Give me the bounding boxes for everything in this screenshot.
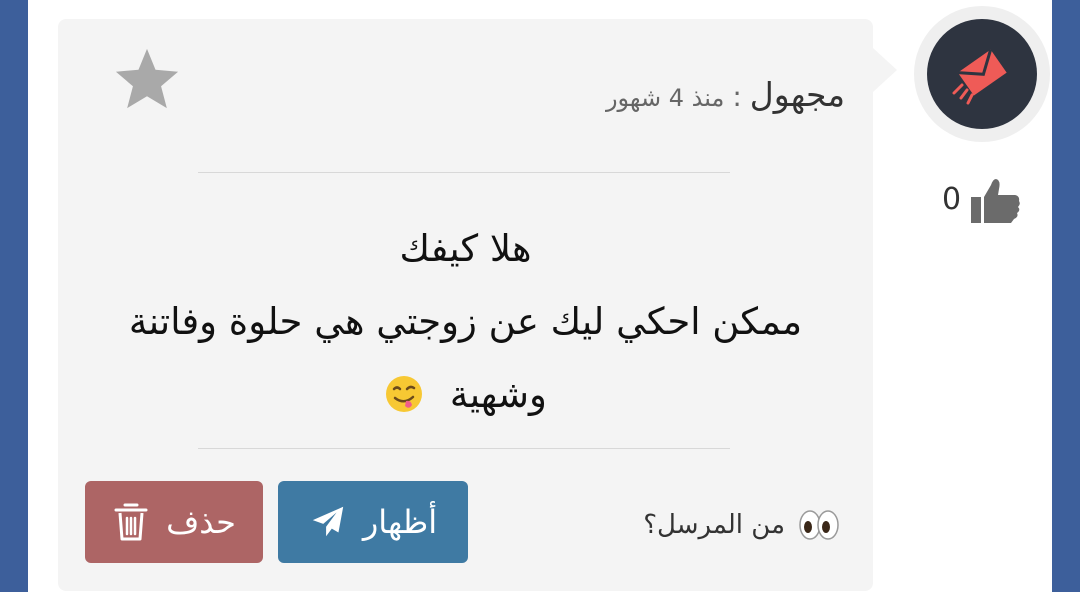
sender-question: من المرسل؟ (633, 505, 843, 545)
message-line-3: وشهية (449, 373, 547, 416)
message-header: مجهول : منذ 4 شهور (606, 75, 845, 114)
like-count: 0 (942, 182, 962, 217)
paper-plane-icon (312, 506, 344, 537)
card-pointer (873, 48, 897, 92)
sender-question-text: من المرسل؟ (643, 510, 785, 540)
top-divider (198, 172, 730, 173)
message-card: مجهول : منذ 4 شهور هلا كيفك ممكن احكي لي… (58, 19, 873, 591)
header-separator: : (732, 80, 742, 113)
thumbs-up-icon[interactable] (967, 175, 1023, 225)
avatar-circle (927, 19, 1037, 129)
avatar (914, 6, 1050, 142)
delete-button-label: حذف (166, 503, 236, 541)
show-button-label: أظهار (362, 503, 438, 541)
message-line-3-wrap: وشهية (82, 358, 849, 431)
message-time: منذ 4 شهور (605, 84, 725, 112)
face-savoring-food-icon (386, 375, 423, 412)
message-body: هلا كيفك ممكن احكي ليك عن زوجتي هي حلوة … (82, 212, 849, 431)
sender-name: مجهول (749, 75, 845, 114)
envelope-icon (952, 49, 1007, 105)
star-icon[interactable] (110, 43, 184, 117)
delete-button[interactable]: حذف (85, 481, 263, 563)
eyes-icon (799, 510, 839, 540)
like-box: 0 (940, 172, 1030, 228)
message-page: مجهول : منذ 4 شهور هلا كيفك ممكن احكي لي… (28, 0, 1052, 592)
trash-icon (114, 503, 148, 541)
bottom-divider (198, 448, 730, 449)
show-sender-button[interactable]: أظهار (278, 481, 468, 563)
message-line-2: ممكن احكي ليك عن زوجتي هي حلوة وفاتنة (128, 300, 803, 343)
message-line-1: هلا كيفك (399, 227, 532, 270)
